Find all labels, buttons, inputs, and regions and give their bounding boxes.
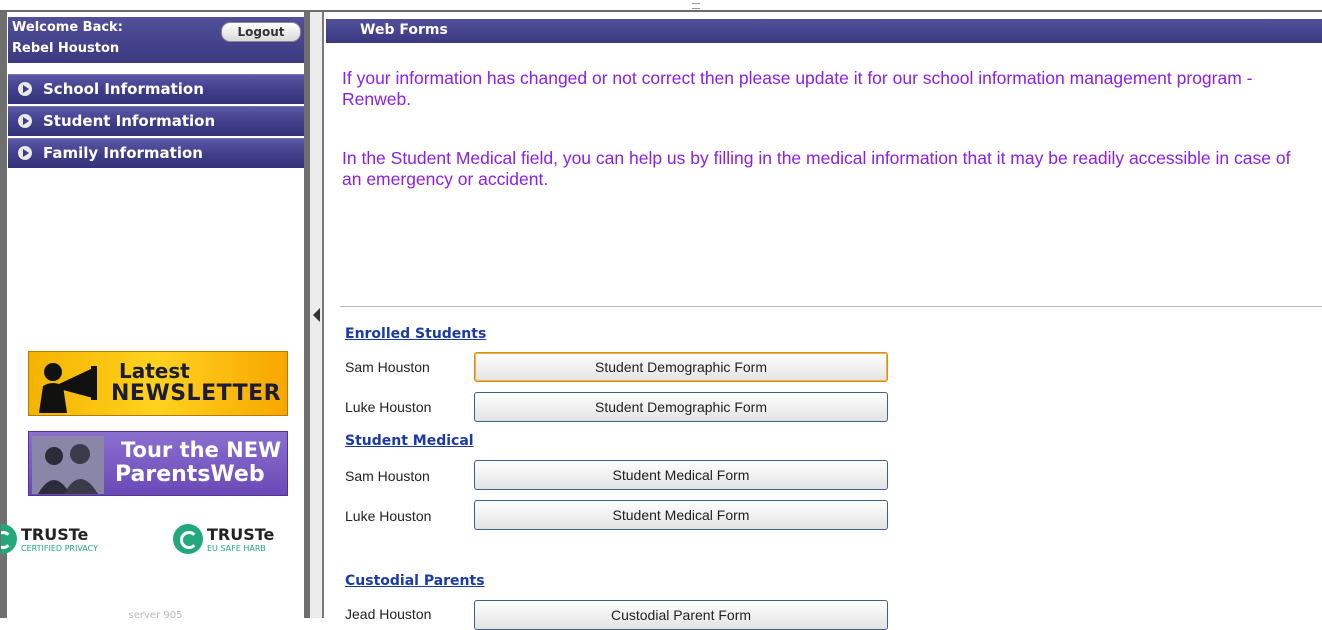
section-divider bbox=[340, 306, 1322, 307]
section-heading-custodial-parents[interactable]: Custodial Parents bbox=[345, 573, 485, 589]
parentsweb-line1: Tour the NEW bbox=[121, 438, 282, 462]
main-content: Web Forms If your information has change… bbox=[326, 12, 1322, 630]
parent-name: Jead Houston bbox=[345, 606, 432, 622]
parentsweb-line2: ParentsWeb bbox=[115, 462, 265, 487]
window-top-strip bbox=[0, 0, 1322, 12]
arrow-circle-icon bbox=[18, 82, 32, 96]
sidebar-item-label: Student Information bbox=[43, 112, 216, 130]
truste-name: TRUSTe bbox=[207, 525, 275, 544]
truste-certified-privacy-badge[interactable]: TRUSTe CERTIFIED PRIVACY bbox=[1, 520, 141, 562]
section-heading-enrolled-students[interactable]: Enrolled Students bbox=[345, 326, 486, 342]
sidebar-item-label: Family Information bbox=[43, 144, 203, 162]
truste-seal-icon bbox=[1, 524, 17, 554]
server-label: server 905 bbox=[128, 610, 183, 621]
main-header: Web Forms bbox=[326, 19, 1322, 43]
intro-paragraph-medical: In the Student Medical field, you can he… bbox=[342, 148, 1291, 189]
section-heading-student-medical[interactable]: Student Medical bbox=[345, 433, 474, 449]
resize-grip-icon[interactable] bbox=[692, 3, 700, 9]
truste-eu-safe-harbor-badge[interactable]: TRUSTe EU SAFE HARB bbox=[173, 520, 304, 562]
student-name: Luke Houston bbox=[345, 399, 432, 415]
arrow-circle-icon bbox=[18, 146, 32, 160]
newsletter-banner[interactable]: Latest NEWSLETTER bbox=[28, 351, 288, 416]
sidebar-item-school-information[interactable]: School Information bbox=[8, 74, 304, 104]
truste-seal-icon bbox=[173, 524, 203, 554]
truste-subtitle: CERTIFIED PRIVACY bbox=[21, 544, 98, 553]
custodial-parent-form-button[interactable]: Custodial Parent Form bbox=[474, 600, 888, 630]
student-demographic-form-button[interactable]: Student Demographic Form bbox=[474, 352, 888, 382]
student-name: Sam Houston bbox=[345, 468, 430, 484]
student-medical-form-button[interactable]: Student Medical Form bbox=[474, 500, 888, 530]
newsletter-line2: NEWSLETTER bbox=[111, 381, 282, 406]
truste-subtitle: EU SAFE HARB bbox=[207, 544, 266, 553]
collapse-arrow-icon[interactable] bbox=[313, 308, 320, 322]
user-name: Rebel Houston bbox=[12, 41, 120, 56]
page-title: Web Forms bbox=[360, 22, 448, 38]
people-icon bbox=[32, 436, 104, 494]
sidebar-splitter[interactable] bbox=[310, 12, 324, 618]
sidebar: Welcome Back: Rebel Houston Logout Schoo… bbox=[0, 12, 310, 621]
welcome-label: Welcome Back: bbox=[12, 20, 123, 35]
newsletter-line1: Latest bbox=[119, 359, 190, 383]
parentsweb-tour-banner[interactable]: Tour the NEW ParentsWeb bbox=[28, 431, 288, 496]
truste-name: TRUSTe bbox=[21, 525, 89, 544]
arrow-circle-icon bbox=[18, 114, 32, 128]
sidebar-item-student-information[interactable]: Student Information bbox=[8, 106, 304, 136]
student-demographic-form-button[interactable]: Student Demographic Form bbox=[474, 392, 888, 422]
sidebar-item-family-information[interactable]: Family Information bbox=[8, 138, 304, 168]
logout-button[interactable]: Logout bbox=[221, 22, 301, 42]
sidebar-item-label: School Information bbox=[43, 80, 204, 98]
student-medical-form-button[interactable]: Student Medical Form bbox=[474, 460, 888, 490]
student-name: Luke Houston bbox=[345, 508, 432, 524]
student-name: Sam Houston bbox=[345, 359, 430, 375]
intro-paragraph-update: If your information has changed or not c… bbox=[342, 68, 1253, 109]
megaphone-icon bbox=[39, 363, 97, 413]
welcome-panel: Welcome Back: Rebel Houston Logout bbox=[8, 17, 304, 63]
